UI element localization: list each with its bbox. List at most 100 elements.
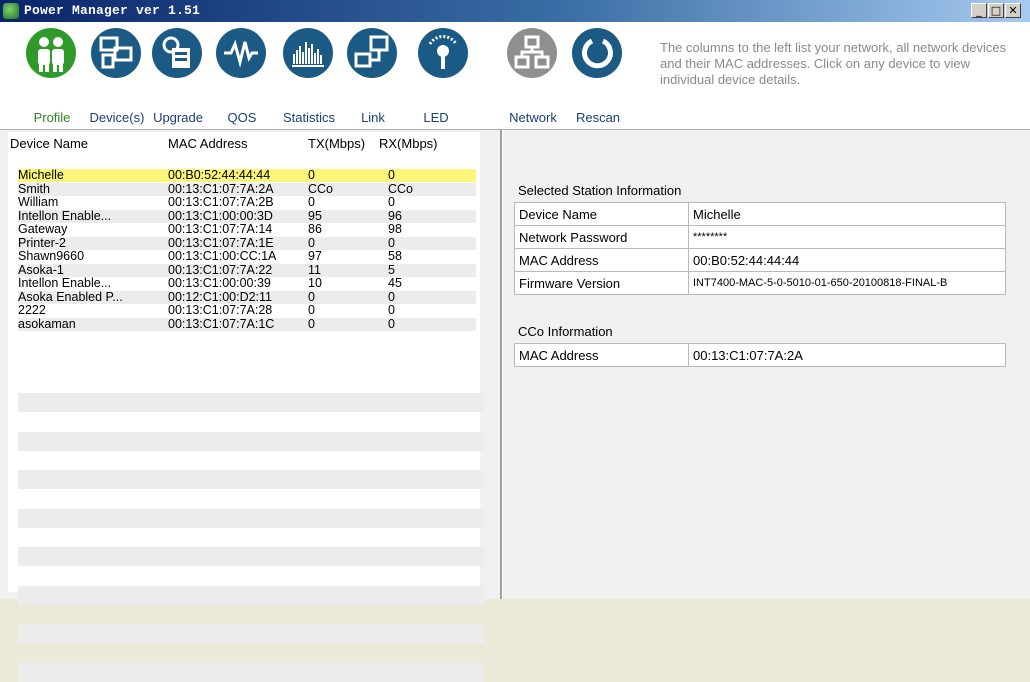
device-name-cell: Intellon Enable... (18, 209, 112, 223)
device-row[interactable]: Michelle 00:B0:52:44:44:44 0 0 (18, 169, 476, 182)
rx-cell: CCo (388, 182, 414, 196)
rx-cell: 5 (388, 263, 395, 277)
rx-cell: 58 (388, 250, 402, 263)
mac-address-cell: 00:13:C1:07:7A:2B (168, 196, 274, 209)
station-info-row: MAC Address 00:B0:52:44:44:44 (514, 248, 1006, 272)
cco-info-row: MAC Address 00:13:C1:07:7A:2A (514, 343, 1006, 367)
rx-cell: 0 (388, 304, 395, 317)
device-name-cell: Gateway (18, 223, 68, 236)
column-header-mac-address[interactable]: MAC Address (168, 136, 247, 151)
device-name-cell: William (18, 196, 59, 209)
empty-row (18, 470, 484, 489)
device-name-cell: Shawn9660 (18, 250, 85, 263)
maximize-button[interactable]: □ (988, 3, 1004, 18)
upgrade-icon (152, 28, 202, 78)
upgrade-button[interactable]: Upgrade (148, 28, 208, 125)
devices-button[interactable]: Device(s) (87, 28, 147, 125)
tx-cell: 0 (308, 236, 315, 250)
rx-cell: 98 (388, 223, 402, 236)
station-info-title: Selected Station Information (518, 183, 682, 198)
led-label: LED (423, 110, 449, 125)
qos-button[interactable]: QOS (212, 28, 272, 125)
cco-info-title: CCo Information (518, 324, 613, 339)
mac-address-cell: 00:13:C1:00:00:39 (168, 277, 271, 290)
empty-row (18, 547, 484, 566)
profile-button[interactable]: Profile (22, 28, 82, 125)
device-row[interactable]: Asoka Enabled P... 00:12:C1:00:D2:11 0 0 (18, 290, 476, 304)
toolbar: Profile Device(s) Upgrade QOS Statistics… (0, 22, 1030, 130)
rx-cell: 0 (388, 317, 395, 331)
device-row[interactable]: asokaman 00:13:C1:07:7A:1C 0 0 (18, 317, 476, 331)
info-label: Device Name (514, 202, 689, 226)
mac-address-cell: 00:12:C1:00:D2:11 (168, 290, 273, 304)
info-value: 00:13:C1:07:7A:2A (688, 343, 1006, 367)
tx-cell: 95 (308, 209, 322, 223)
tx-cell: 0 (308, 290, 315, 304)
info-value: 00:B0:52:44:44:44 (688, 248, 1006, 272)
rx-cell: 0 (388, 290, 395, 304)
device-name-cell: asokaman (18, 317, 76, 331)
device-row[interactable]: William 00:13:C1:07:7A:2B 0 0 (18, 196, 476, 209)
device-name-cell: Intellon Enable... (18, 277, 112, 290)
device-row[interactable]: Intellon Enable... 00:13:C1:00:00:3D 95 96 (18, 209, 476, 223)
rx-cell: 0 (388, 169, 395, 182)
rescan-button[interactable]: Rescan (568, 28, 628, 125)
device-row[interactable]: Gateway 00:13:C1:07:7A:14 86 98 (18, 223, 476, 236)
statistics-button[interactable]: Statistics (279, 28, 339, 125)
device-row[interactable]: 2222 00:13:C1:07:7A:28 0 0 (18, 304, 476, 317)
rx-cell: 0 (388, 196, 395, 209)
qos-label: QOS (227, 110, 257, 125)
rescan-icon (572, 28, 622, 78)
device-row[interactable]: Printer-2 00:13:C1:07:7A:1E 0 0 (18, 236, 476, 250)
station-info-row: Firmware Version INT7400-MAC-5-0-5010-01… (514, 271, 1006, 295)
rescan-label: Rescan (575, 110, 621, 125)
empty-row (18, 585, 484, 605)
rx-cell: 96 (388, 209, 402, 223)
tx-cell: 0 (308, 196, 315, 209)
column-header-tx[interactable]: TX(Mbps) (308, 136, 365, 151)
empty-row (18, 431, 484, 451)
app-window: Power Manager ver 1.51 _ □ ✕ Profile Dev… (0, 0, 1030, 682)
tx-cell: 0 (308, 317, 315, 331)
info-label: Firmware Version (514, 271, 689, 295)
tx-cell: 0 (308, 169, 315, 182)
info-label: MAC Address (514, 248, 689, 272)
device-name-cell: Printer-2 (18, 236, 66, 250)
mac-address-cell: 00:13:C1:07:7A:2A (168, 182, 274, 196)
device-name-cell: 2222 (18, 304, 46, 317)
device-row[interactable]: Asoka-1 00:13:C1:07:7A:22 11 5 (18, 263, 476, 277)
station-info-table: Device Name Michelle Network Password **… (514, 202, 1006, 295)
rx-cell: 45 (388, 277, 402, 290)
panel-splitter[interactable] (500, 130, 503, 599)
device-name-cell: Asoka-1 (18, 263, 64, 277)
network-icon (507, 28, 557, 78)
info-label: MAC Address (514, 343, 689, 367)
column-header-rx[interactable]: RX(Mbps) (379, 136, 438, 151)
device-row[interactable]: Smith 00:13:C1:07:7A:2A CCo CCo (18, 182, 476, 196)
device-name-cell: Asoka Enabled P... (18, 290, 123, 304)
tx-cell: 97 (308, 250, 322, 263)
info-value: INT7400-MAC-5-0-5010-01-650-20100818-FIN… (688, 271, 1006, 295)
empty-row (18, 393, 484, 412)
device-row[interactable]: Shawn9660 00:13:C1:00:CC:1A 97 58 (18, 250, 476, 263)
tx-cell: 0 (308, 304, 315, 317)
mac-address-cell: 00:B0:52:44:44:44 (168, 169, 271, 182)
title-bar[interactable]: Power Manager ver 1.51 _ □ ✕ (0, 0, 1030, 22)
device-name-cell: Michelle (18, 169, 64, 182)
network-button[interactable]: Network (503, 28, 563, 125)
info-label: Network Password (514, 225, 689, 249)
rx-cell: 0 (388, 236, 395, 250)
minimize-button[interactable]: _ (971, 3, 987, 18)
station-info-row: Network Password ******** (514, 225, 1006, 249)
device-row[interactable]: Intellon Enable... 00:13:C1:00:00:39 10 45 (18, 277, 476, 290)
help-text: The columns to the left list your networ… (660, 40, 1007, 87)
column-header-device-name[interactable]: Device Name (10, 136, 88, 151)
qos-icon (216, 28, 266, 78)
app-icon[interactable] (3, 3, 19, 19)
cco-info-table: MAC Address 00:13:C1:07:7A:2A (514, 343, 1006, 367)
mac-address-cell: 00:13:C1:00:00:3D (168, 209, 273, 223)
close-button[interactable]: ✕ (1005, 3, 1021, 18)
led-button[interactable]: LED (414, 28, 474, 125)
link-button[interactable]: Link (343, 28, 403, 125)
link-icon (347, 28, 397, 78)
